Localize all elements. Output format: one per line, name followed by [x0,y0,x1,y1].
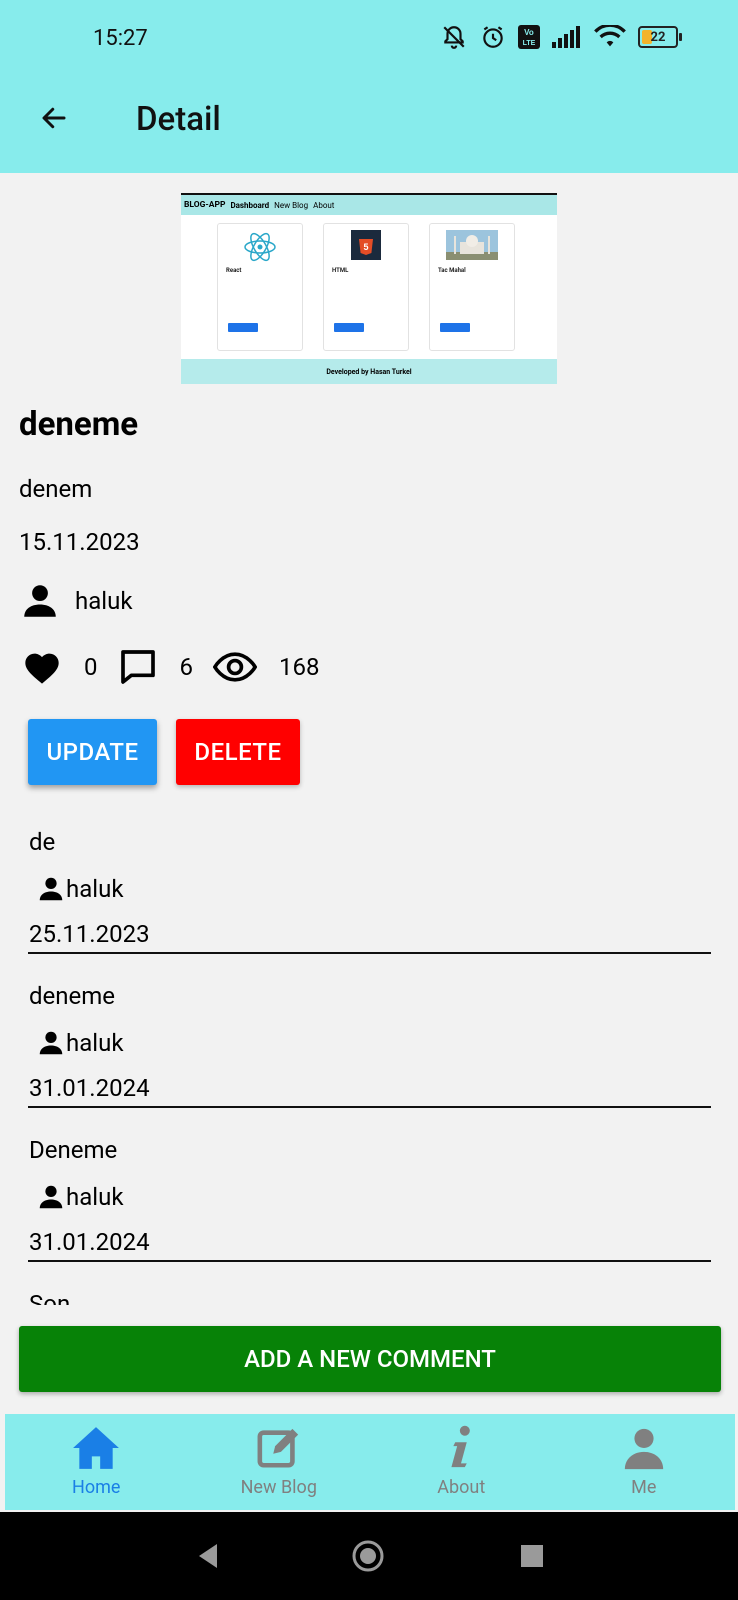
person-icon [624,1428,663,1470]
svg-text:LTE: LTE [523,40,536,47]
comment-text: Deneme [29,1136,118,1164]
info-icon [451,1425,471,1468]
comment-item: Son [28,1290,711,1305]
thumb-nav-about: About [313,200,335,210]
person-icon [39,1031,63,1055]
post-author: haluk [19,580,133,622]
person-icon [39,877,63,901]
nav-item-home[interactable]: Home [5,1414,188,1510]
comments-list[interactable]: de haluk 25.11.2023 deneme haluk 31.01.2… [28,828,711,1305]
views-count: 168 [279,653,320,681]
svg-text:Vo: Vo [524,28,534,37]
nav-item-me[interactable]: Me [553,1414,736,1510]
alarm-icon [483,26,503,48]
comment-user: haluk [36,874,124,904]
system-nav-bar [0,1512,738,1600]
circle-home-icon [352,1540,384,1572]
app-bar: 15:27 Vo LTE 22 Detail [0,0,738,173]
edit-icon [257,1428,298,1468]
thumb-footer: Developed by Hasan Turkel [181,359,557,384]
add-comment-button[interactable]: ADD A NEW COMMENT [19,1326,721,1392]
thumb-card: 5 HTML [323,223,409,351]
thumb-nav-newblog: New Blog [274,200,309,210]
thumb-read-more [440,323,470,332]
comment-user: haluk [36,1182,124,1212]
nav-label: Me [631,1477,657,1498]
comment-text: de [29,828,56,856]
post-stats: 0 6 168 [22,647,339,687]
person-icon [39,1185,63,1209]
comment-icon [120,650,155,684]
nav-item-new-blog[interactable]: New Blog [188,1414,371,1510]
status-time: 15:27 [93,26,148,51]
square-recents-icon [521,1545,543,1567]
thumb-navbar: BLOG-APP Dashboard New Blog About [181,195,557,215]
thumb-read-more [228,323,258,332]
triangle-back-icon [199,1544,217,1568]
system-back-button[interactable] [188,1512,228,1600]
system-home-button[interactable] [348,1512,388,1600]
svg-text:5: 5 [363,242,368,252]
post-image: BLOG-APP Dashboard New Blog About React … [181,193,557,384]
thumb-card-title: React [226,267,242,274]
thumb-card-title: HTML [332,267,349,274]
nav-label: Home [72,1477,121,1498]
comment-date: 31.01.2024 [29,1074,150,1102]
nav-label: New Blog [240,1477,317,1498]
thumb-read-more [334,323,364,332]
comment-date: 25.11.2023 [29,920,150,948]
battery-icon: 22 [638,26,682,48]
taj-mahal-image-icon [446,230,498,260]
post-author-name: haluk [75,587,133,615]
thumb-card: React [217,223,303,351]
comment-user-name: haluk [66,1183,124,1211]
heart-icon[interactable] [22,648,62,686]
post-date: 15.11.2023 [19,528,140,556]
thumb-nav-dashboard: Dashboard [230,200,270,210]
likes-count: 0 [84,653,98,681]
back-button[interactable] [34,98,74,138]
post-content: denem [19,475,93,503]
html5-logo-icon: 5 [351,230,381,260]
react-logo-icon [244,232,276,262]
eye-icon [213,652,257,682]
comment-user: haluk [36,1028,124,1058]
status-icons: Vo LTE 22 [440,24,682,50]
comment-item: Deneme haluk 31.01.2024 [28,1136,711,1262]
wifi-icon [594,25,626,47]
home-icon [73,1427,120,1469]
thumb-card: Tac Mahal [429,223,515,351]
bottom-nav: Home New Blog About Me [5,1414,735,1510]
system-recents-button[interactable] [512,1512,552,1600]
page-title: Detail [136,100,221,139]
thumb-card-title: Tac Mahal [438,267,466,274]
nav-item-about[interactable]: About [370,1414,553,1510]
comment-item: de haluk 25.11.2023 [28,828,711,954]
comment-user-name: haluk [66,875,124,903]
arrow-left-icon [42,107,66,129]
post-title: deneme [19,405,139,444]
delete-button[interactable]: DELETE [176,719,300,785]
mute-bell-icon [443,26,465,49]
thumb-brand: BLOG-APP [184,200,226,210]
comments-count: 6 [179,653,194,681]
volte-icon: Vo LTE [518,25,540,49]
comment-text: deneme [29,982,116,1010]
comment-item: deneme haluk 31.01.2024 [28,982,711,1108]
nav-label: About [437,1477,486,1498]
comment-user-name: haluk [66,1029,124,1057]
signal-icon [552,26,580,48]
comment-date: 31.01.2024 [29,1228,150,1256]
update-button[interactable]: UPDATE [28,719,157,785]
person-icon [24,585,56,617]
comment-text: Son [29,1290,71,1305]
